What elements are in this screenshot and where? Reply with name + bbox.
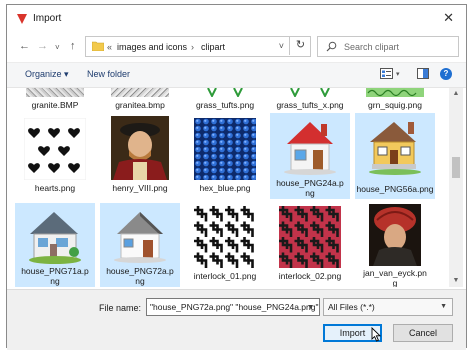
file-tile-granitea-bmp[interactable]: granitea.bmp [100, 88, 180, 112]
filter-dropdown-icon[interactable]: ▼ [440, 303, 447, 310]
address-segment-images-and-icons[interactable]: images and icons [117, 42, 187, 52]
file-name-label: File name: [99, 303, 142, 313]
grass-tufts-thumbnail [207, 88, 243, 97]
search-icon [326, 41, 337, 52]
file-tile-henry-viii[interactable]: henry_VIII.png [100, 115, 180, 199]
new-folder-button[interactable]: New folder [87, 69, 130, 79]
interlock-02-thumbnail [279, 206, 341, 268]
file-tile-interlock-02[interactable]: interlock_02.png [270, 203, 350, 287]
hearts-thumbnail [24, 118, 86, 180]
interlock-01-thumbnail [194, 206, 256, 268]
granite-thumbnail [26, 88, 84, 97]
search-placeholder: Search clipart [344, 42, 400, 52]
white-house-thumbnail [114, 212, 166, 263]
file-name-line-2: ng [305, 188, 315, 198]
file-tile-grass-tufts-x[interactable]: grass_tufts_x.png [270, 88, 350, 112]
file-tile-house-png24a[interactable]: house_PNG24a.p ng [270, 113, 350, 199]
command-toolbar: Organize ▾ New folder ▾ ? [7, 62, 466, 88]
file-name-line-2: ng [50, 276, 60, 286]
file-tile-jan-van-eyck[interactable]: jan_van_eyck.pn g [355, 203, 435, 287]
file-name: granite.BMP [31, 100, 79, 110]
view-dropdown-chevron-icon[interactable]: ▾ [396, 70, 400, 78]
address-separator: › [191, 42, 194, 52]
file-tile-grn-squig[interactable]: grn_squig.png [355, 88, 435, 112]
import-app-icon [17, 14, 27, 24]
file-tile-interlock-01[interactable]: interlock_01.png [185, 203, 265, 287]
file-name: interlock_01.png [193, 271, 257, 281]
house-red-roof-thumbnail [284, 122, 336, 175]
file-name-dropdown-icon[interactable]: ▼ [307, 304, 314, 311]
grass-tufts-x-thumbnail [290, 88, 330, 97]
change-view-icon[interactable] [380, 68, 393, 79]
folder-icon [92, 41, 104, 51]
title-bar: Import ✕ [7, 5, 466, 31]
up-arrow-icon[interactable]: ↑ [70, 41, 76, 52]
vertical-scrollbar[interactable]: ▲ ▼ [449, 88, 463, 287]
address-bar[interactable]: « images and icons › clipart ˅ [85, 36, 311, 57]
search-box[interactable]: Search clipart [317, 36, 459, 57]
file-name: interlock_02.png [278, 271, 342, 281]
file-name: grass_tufts_x.png [276, 100, 344, 110]
file-type-filter-value: All Files (*.*) [328, 302, 375, 312]
yellow-house-thumbnail [369, 122, 421, 175]
mouse-pointer-icon [371, 327, 381, 342]
file-name: house_PNG56a.png [356, 184, 434, 194]
navigation-bar: ← → ˅ ↑ « images and icons › clipart ˅ ↻… [7, 33, 466, 61]
file-tile-hex-blue[interactable]: hex_blue.png [185, 115, 265, 199]
granitea-thumbnail [111, 88, 169, 97]
green-squiggle-thumbnail [366, 88, 424, 97]
cancel-button[interactable]: Cancel [393, 324, 453, 342]
file-name: grass_tufts.png [195, 100, 255, 110]
dialog-footer: File name: "house_PNG72a.png" "house_PNG… [7, 289, 466, 350]
import-dialog: Import ✕ ← → ˅ ↑ « images and icons › cl… [6, 4, 467, 350]
address-segment-clipart[interactable]: clipart [201, 42, 225, 52]
hex-blue-thumbnail [194, 118, 256, 180]
file-name-field[interactable]: "house_PNG72a.png" "house_PNG24a.png" [146, 298, 320, 316]
preview-pane-icon[interactable] [417, 68, 429, 79]
close-icon[interactable]: ✕ [443, 11, 454, 24]
window-title: Import [33, 13, 62, 24]
back-arrow-icon[interactable]: ← [19, 41, 30, 52]
file-type-filter[interactable]: All Files (*.*) ▼ [323, 298, 453, 316]
file-name: grn_squig.png [368, 100, 422, 110]
henry-viii-portrait-thumbnail [111, 116, 169, 180]
file-tile-house-png71a[interactable]: house_PNG71a.p ng [15, 203, 95, 287]
file-name: granitea.bmp [115, 100, 165, 110]
file-tile-hearts[interactable]: hearts.png [15, 115, 95, 199]
address-overflow-chevron[interactable]: « [107, 42, 112, 52]
file-name: hearts.png [34, 183, 76, 193]
scroll-down-arrow-icon[interactable]: ▼ [449, 275, 463, 287]
scrollbar-thumb[interactable] [452, 157, 460, 178]
jan-van-eyck-portrait-thumbnail [369, 204, 421, 266]
recent-locations-chevron-icon[interactable]: ˅ [55, 42, 60, 53]
address-dropdown-icon[interactable]: ˅ [279, 41, 284, 51]
file-tile-house-png72a[interactable]: house_PNG72a.p ng [100, 203, 180, 287]
file-name-line-2: g [392, 278, 398, 287]
file-tile-house-png56a[interactable]: house_PNG56a.png [355, 113, 435, 199]
help-icon[interactable]: ? [440, 68, 452, 80]
scroll-up-arrow-icon[interactable]: ▲ [449, 88, 463, 100]
file-tile-granite-bmp[interactable]: granite.BMP [15, 88, 95, 112]
file-name-line-2: ng [135, 276, 145, 286]
forward-arrow-icon[interactable]: → [37, 41, 48, 52]
file-name: hex_blue.png [199, 183, 251, 193]
refresh-icon[interactable]: ↻ [289, 36, 311, 55]
file-tile-grass-tufts[interactable]: grass_tufts.png [185, 88, 265, 112]
file-list: granite.BMP granitea.bmp grass_tufts.png… [13, 88, 449, 287]
file-name: henry_VIII.png [112, 183, 168, 193]
organize-menu[interactable]: Organize ▾ [25, 69, 69, 80]
grey-house-thumbnail [29, 212, 81, 264]
